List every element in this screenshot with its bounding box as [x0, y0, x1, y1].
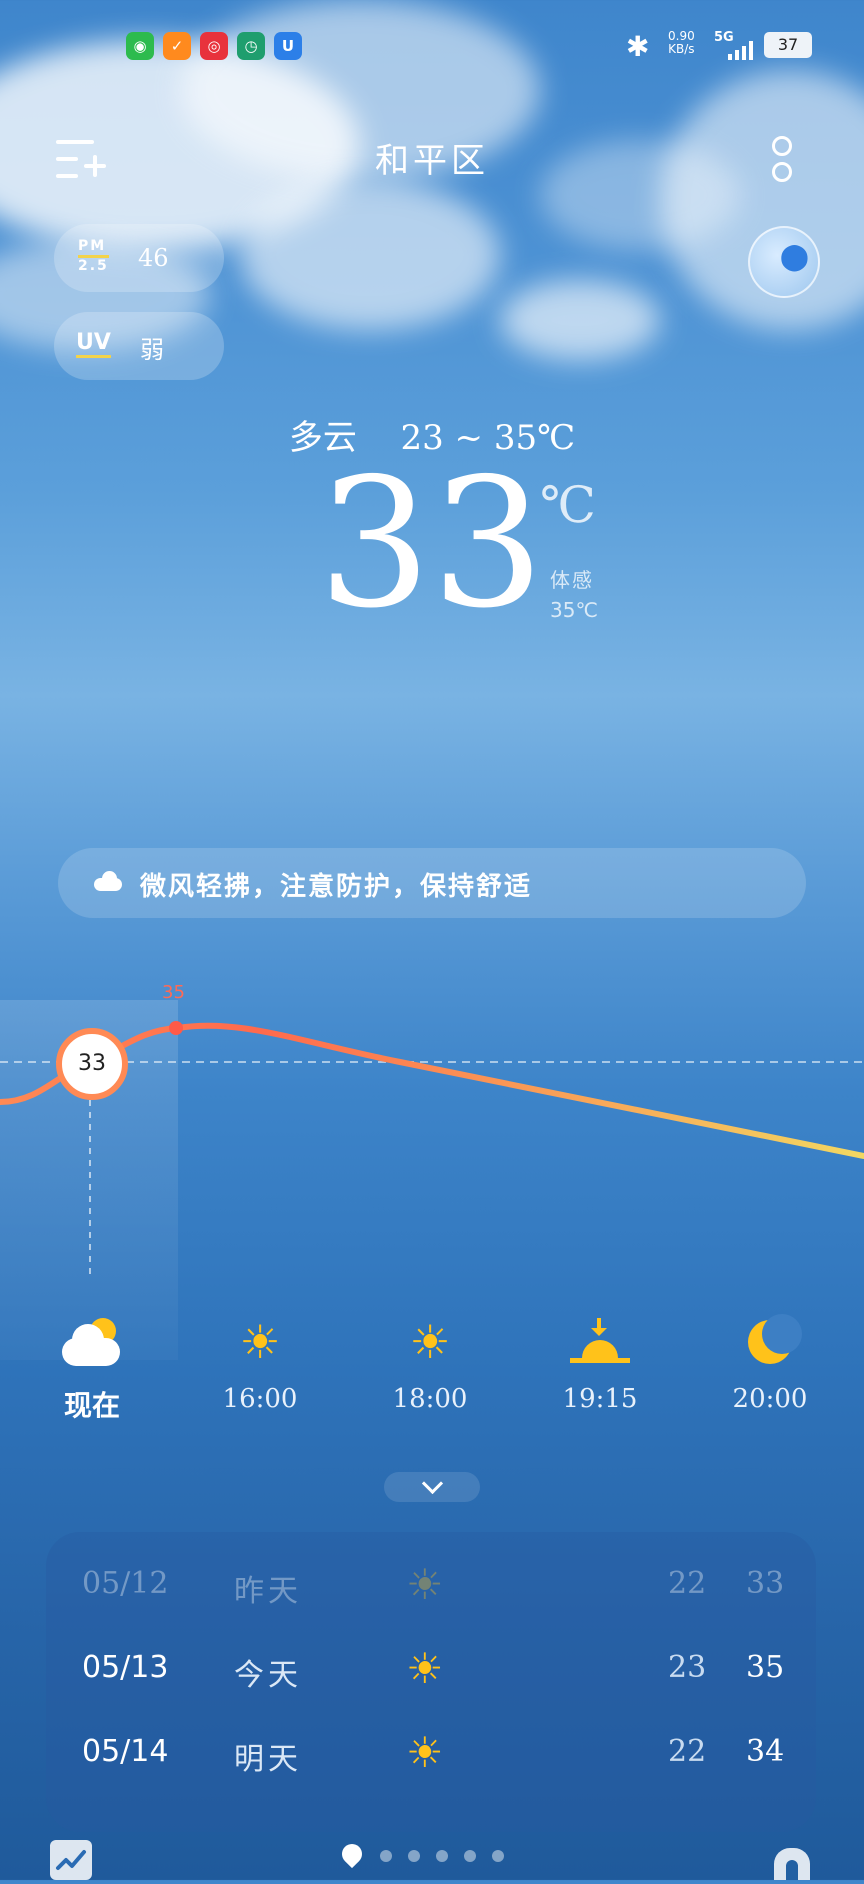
sunset-icon: [570, 1318, 630, 1366]
daily-row-today[interactable]: 05/13 今天 ☀ 23 35: [46, 1636, 816, 1706]
sun-icon: ☀: [406, 1644, 444, 1693]
daily-forecast-card[interactable]: 05/12 昨天 ☀ 22 33 05/13 今天 ☀ 23 35 05/14 …: [46, 1532, 816, 1832]
feels-like-value: 35℃: [550, 598, 598, 622]
page-dot: [380, 1850, 392, 1862]
hour-item[interactable]: ☀ 16:00: [200, 1318, 320, 1414]
uv-pill[interactable]: UV 弱: [54, 312, 224, 380]
daily-row-tomorrow[interactable]: 05/14 明天 ☀ 22 34: [46, 1720, 816, 1790]
moon-icon: [746, 1314, 802, 1366]
network-speed: 0.90 KB/s: [668, 29, 695, 56]
partly-cloudy-icon: [60, 1318, 124, 1366]
sun-icon: ☀: [409, 1315, 451, 1369]
map-button[interactable]: ⬤: [748, 226, 820, 298]
temperature-curve: [0, 1022, 864, 1159]
daily-low: 22: [668, 1566, 707, 1601]
pm25-label: PM 2.5: [78, 238, 109, 274]
cloud-icon: [94, 870, 122, 891]
peak-dot: [169, 1021, 183, 1035]
daily-high: 34: [746, 1734, 785, 1769]
pm25-value: 46: [138, 244, 169, 272]
taobao-icon: ✓: [163, 32, 191, 60]
wechat-icon: ◉: [126, 32, 154, 60]
sun-icon: ☀: [406, 1728, 444, 1777]
hour-item[interactable]: 20:00: [710, 1314, 830, 1414]
hourly-chart: 35 33: [0, 960, 864, 1360]
current-temperature: 33: [318, 440, 545, 647]
sun-icon: ☀: [239, 1315, 281, 1369]
daily-date: 05/14: [82, 1734, 169, 1769]
current-temp-bubble[interactable]: 33: [56, 1028, 128, 1100]
status-bar: ◉ ✓ ◎ ◷ U ✱ 0.90 KB/s 5G 37: [0, 0, 864, 90]
hour-label: 现在: [63, 1389, 120, 1422]
more-menu-button[interactable]: [768, 134, 794, 184]
sun-icon: ☀: [406, 1560, 444, 1609]
shield-app-icon: U: [274, 32, 302, 60]
hourly-temp-curve: [0, 1021, 864, 1280]
home-icon[interactable]: [770, 1840, 814, 1880]
weather-tip-text: 微风轻拂，注意防护，保持舒适: [140, 872, 533, 902]
daily-date: 05/12: [82, 1566, 169, 1601]
daily-day: 明天: [234, 1742, 302, 1777]
page-dot: [464, 1850, 476, 1862]
expand-forecast-button[interactable]: [384, 1472, 480, 1502]
chevron-down-icon: [421, 1472, 443, 1495]
uv-value: 弱: [140, 336, 164, 364]
bluetooth-icon: ✱: [626, 30, 650, 63]
feels-like-label: 体感: [550, 568, 594, 592]
daily-row-yesterday[interactable]: 05/12 昨天 ☀ 22 33: [46, 1552, 816, 1622]
trend-chart-button[interactable]: [50, 1840, 92, 1880]
daily-high: 33: [746, 1566, 785, 1601]
clock-app-icon: ◷: [237, 32, 265, 60]
page-indicator[interactable]: [337, 1839, 520, 1874]
hour-item-now[interactable]: 现在: [32, 1318, 152, 1424]
hour-label: 19:15: [562, 1384, 638, 1414]
hour-item[interactable]: 19:15: [540, 1318, 660, 1414]
weather-tip-banner[interactable]: 微风轻拂，注意防护，保持舒适: [58, 848, 806, 918]
netease-music-icon: ◎: [200, 32, 228, 60]
daily-low: 22: [668, 1734, 707, 1769]
hour-label: 20:00: [732, 1384, 808, 1414]
location-pin-icon: [337, 1839, 367, 1869]
pm25-pill[interactable]: PM 2.5 46: [54, 224, 224, 292]
page-dot: [492, 1850, 504, 1862]
daily-day: 今天: [234, 1658, 302, 1693]
hour-item[interactable]: ☀ 18:00: [370, 1318, 490, 1414]
page-dot: [408, 1850, 420, 1862]
peak-temp-label: 35: [162, 982, 185, 1003]
daily-high: 35: [746, 1650, 785, 1685]
daily-date: 05/13: [82, 1650, 169, 1685]
temp-unit: ℃: [540, 476, 596, 534]
daily-low: 23: [668, 1650, 707, 1685]
daily-day: 昨天: [234, 1574, 302, 1609]
hour-label: 18:00: [392, 1384, 468, 1414]
uv-label: UV: [76, 330, 111, 358]
signal-icon: [728, 38, 758, 60]
map-pin-icon: ⬤: [779, 241, 810, 272]
location-title[interactable]: 和平区: [0, 133, 864, 182]
page-dot: [436, 1850, 448, 1862]
hour-label: 16:00: [222, 1384, 298, 1414]
trend-icon: [56, 1850, 86, 1870]
battery-indicator: 37: [764, 32, 812, 58]
